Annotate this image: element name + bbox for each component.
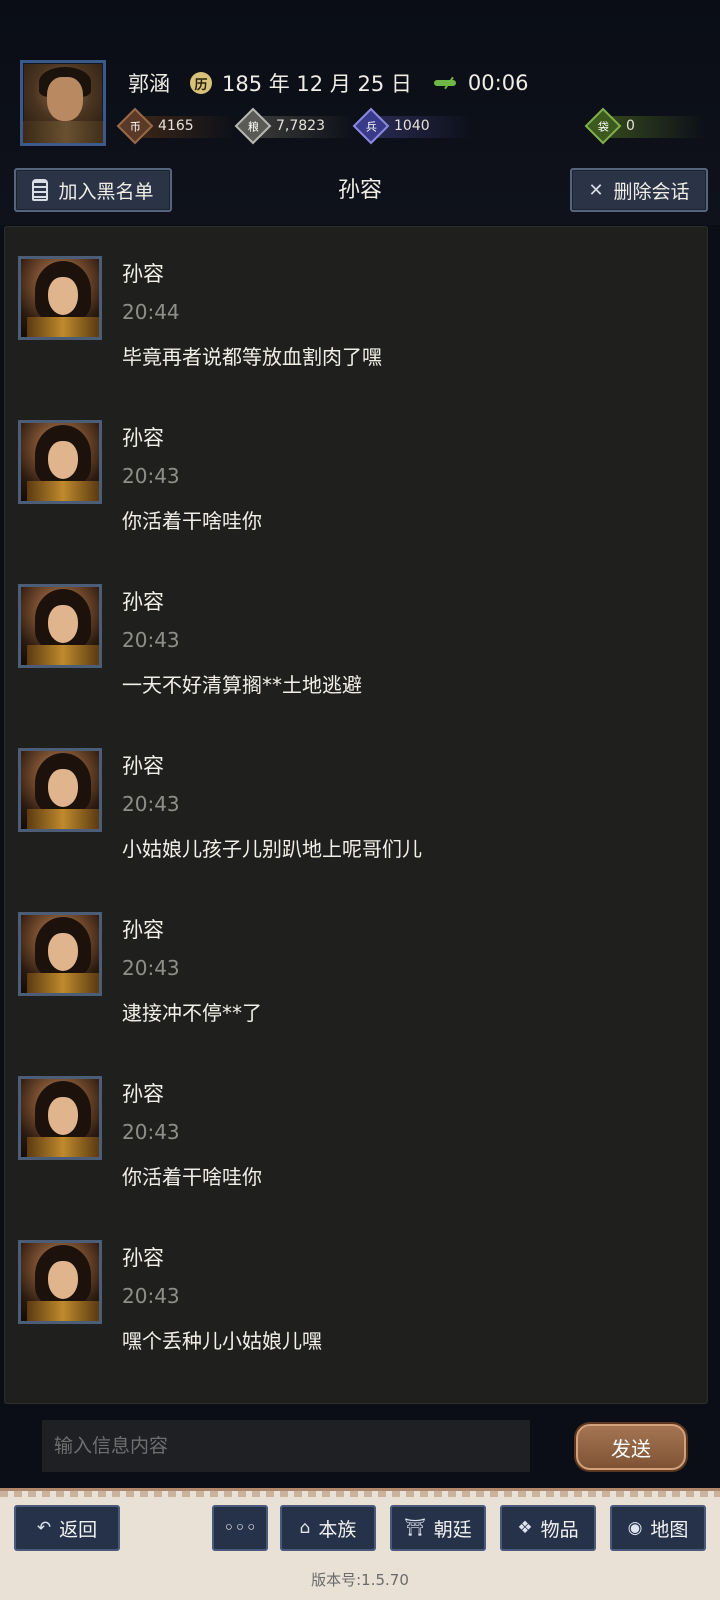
send-button[interactable]: 发送 (576, 1424, 686, 1470)
message-text: 毕竟再者说都等放血割肉了嘿 (122, 345, 382, 369)
sender-avatar[interactable] (18, 912, 102, 996)
sender-avatar[interactable] (18, 420, 102, 504)
resource-pouch[interactable]: 袋 0 (584, 107, 704, 145)
grain-icon: 粮 (234, 107, 272, 145)
pouch-icon: 袋 (584, 107, 622, 145)
message-item: 孙容 20:43 小姑娘儿孩子儿别趴地上呢哥们儿 (4, 718, 708, 878)
nav-court-button[interactable]: ⛩ 朝廷 (390, 1505, 486, 1551)
message-time: 20:43 (122, 628, 180, 652)
message-item: 孙容 20:43 你活着干啥哇你 (4, 1046, 708, 1206)
sender-name: 孙容 (122, 918, 164, 942)
message-text: 你活着干啥哇你 (122, 1165, 262, 1189)
close-icon: ✕ (588, 179, 604, 201)
message-list[interactable]: 孙容 20:44 毕竟再者说都等放血割肉了嘿 孙容 20:43 你活着干啥哇你 … (4, 226, 708, 1404)
player-avatar[interactable] (20, 60, 106, 146)
more-icon: ◦◦◦ (223, 1517, 257, 1539)
blacklist-icon (32, 179, 49, 201)
message-item: 孙容 20:43 一天不好清算搁**土地逃避 (4, 554, 708, 714)
back-arrow-icon: ↶ (36, 1518, 52, 1538)
resource-soldier[interactable]: 兵 1040 (352, 107, 472, 145)
globe-icon: ◉ (627, 1518, 643, 1538)
message-text: 一天不好清算搁**土地逃避 (122, 673, 362, 697)
sender-name: 孙容 (122, 1246, 164, 1270)
palace-icon: ⛩ (404, 1518, 426, 1538)
resource-grain[interactable]: 粮 7,7823 (234, 107, 354, 145)
calendar-seal-icon: 历 (190, 72, 212, 94)
player-name: 郭涵 (128, 72, 170, 96)
sender-name: 孙容 (122, 262, 164, 286)
game-date: 185 年 12 月 25 日 (222, 72, 412, 96)
back-button[interactable]: ↶ 返回 (14, 1505, 120, 1551)
chat-title: 孙容 (337, 178, 382, 203)
game-clock: 00:06 (467, 71, 529, 95)
delete-conversation-button[interactable]: ✕ 删除会话 (570, 168, 708, 212)
nav-map-button[interactable]: ◉ 地图 (610, 1505, 706, 1551)
message-text: 你活着干啥哇你 (122, 509, 262, 533)
message-item: 孙容 20:43 嘿个丢种儿小姑娘儿嘿 (4, 1210, 708, 1370)
message-text: 小姑娘儿孩子儿别趴地上呢哥们儿 (122, 837, 422, 861)
message-item: 孙容 20:43 逮接冲不停**了 (4, 882, 708, 1042)
message-text: 逮接冲不停**了 (122, 1001, 262, 1025)
sender-name: 孙容 (122, 590, 164, 614)
items-icon: ❖ (517, 1518, 533, 1538)
coin-icon: 币 (116, 107, 154, 145)
message-time: 20:44 (122, 300, 180, 324)
sender-avatar[interactable] (18, 1076, 102, 1160)
sender-name: 孙容 (122, 426, 164, 450)
message-input[interactable] (42, 1420, 530, 1472)
message-item: 孙容 20:44 毕竟再者说都等放血割肉了嘿 (4, 226, 708, 386)
sender-avatar[interactable] (18, 748, 102, 832)
message-item: 孙容 20:43 你活着干啥哇你 (4, 390, 708, 550)
resource-coin[interactable]: 币 4165 (116, 107, 236, 145)
message-time: 20:43 (122, 1284, 180, 1308)
clan-icon: ⌂ (299, 1518, 311, 1538)
sender-name: 孙容 (122, 754, 164, 778)
cricket-icon (432, 76, 458, 90)
sender-avatar[interactable] (18, 584, 102, 668)
bottom-nav: ↶ 返回 ◦◦◦ ⌂ 本族 ⛩ 朝廷 ❖ 物品 ◉ 地图 版本号:1.5.70 (0, 1488, 720, 1600)
message-text: 嘿个丢种儿小姑娘儿嘿 (122, 1329, 322, 1353)
sender-avatar[interactable] (18, 256, 102, 340)
message-time: 20:43 (122, 956, 180, 980)
message-time: 20:43 (122, 1120, 180, 1144)
player-info: 郭涵 历 185 年 12 月 25 日 00:06 (128, 66, 528, 100)
add-to-blacklist-button[interactable]: 加入黑名单 (14, 168, 172, 212)
message-time: 20:43 (122, 792, 180, 816)
sender-avatar[interactable] (18, 1240, 102, 1324)
message-time: 20:43 (122, 464, 180, 488)
nav-clan-button[interactable]: ⌂ 本族 (280, 1505, 376, 1551)
sender-name: 孙容 (122, 1082, 164, 1106)
more-button[interactable]: ◦◦◦ (212, 1505, 268, 1551)
nav-items-button[interactable]: ❖ 物品 (500, 1505, 596, 1551)
soldier-icon: 兵 (352, 107, 390, 145)
version-label: 版本号:1.5.70 (311, 1571, 409, 1589)
